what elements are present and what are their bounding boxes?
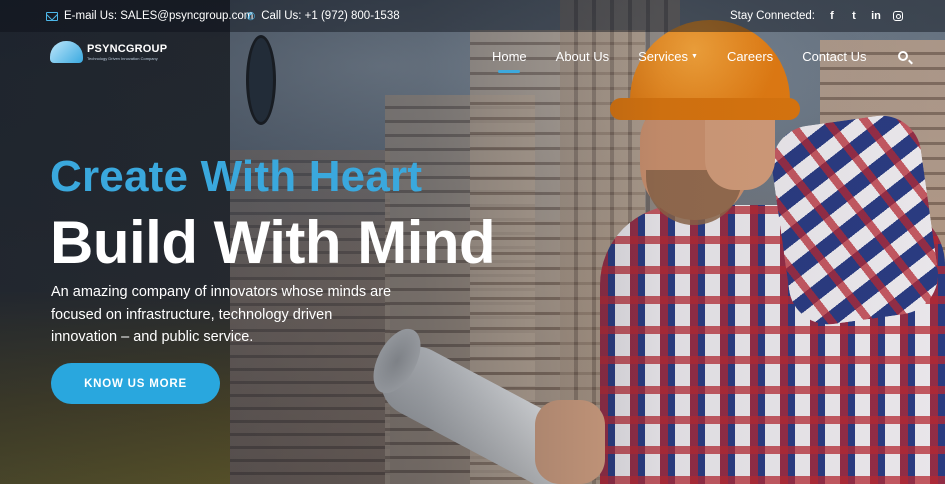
top-bar: E-mail Us: SALES@psyncgroup.com ✆ Call U… xyxy=(0,0,945,32)
know-us-more-button[interactable]: KNOW US MORE xyxy=(51,363,220,404)
hero-main-heading: Build With Mind xyxy=(50,209,496,276)
chevron-down-icon: ▼ xyxy=(691,52,698,60)
main-nav: PSYNCGROUP Technology Driven Innovation … xyxy=(0,32,945,80)
brand-tagline: Technology Driven Innovation Company xyxy=(87,55,158,61)
phone-contact[interactable]: ✆ Call Us: +1 (972) 800-1538 xyxy=(246,0,400,32)
nav-item-contact-us[interactable]: Contact Us xyxy=(788,32,881,80)
search-icon xyxy=(898,51,908,61)
search-button[interactable] xyxy=(881,32,925,80)
email-contact[interactable]: E-mail Us: SALES@psyncgroup.com xyxy=(46,0,253,32)
nav-item-home[interactable]: Home xyxy=(477,32,541,80)
twitter-icon[interactable]: t xyxy=(849,10,859,22)
brand-name: PSYNCGROUP xyxy=(87,42,168,55)
instagram-icon[interactable] xyxy=(893,11,903,21)
logo-mark-icon xyxy=(50,41,83,63)
stay-connected-label: Stay Connected: xyxy=(729,10,815,22)
nav-item-services-label: Services xyxy=(638,48,688,64)
hero-accent-heading: Create With Heart xyxy=(50,152,423,201)
logo[interactable]: PSYNCGROUP Technology Driven Innovation … xyxy=(50,41,167,63)
nav-menu: Home About Us Services ▼ Careers Contact… xyxy=(477,32,945,80)
linkedin-icon[interactable]: in xyxy=(871,10,881,22)
hero-description: An amazing company of innovators whose m… xyxy=(51,284,392,345)
social-links: Stay Connected: f t in xyxy=(730,0,903,32)
envelope-icon xyxy=(46,11,58,21)
logo-text: PSYNCGROUP Technology Driven Innovation … xyxy=(87,42,168,61)
nav-item-services[interactable]: Services ▼ xyxy=(624,32,713,80)
phone-icon: ✆ xyxy=(246,10,256,23)
facebook-icon[interactable]: f xyxy=(827,10,837,22)
nav-item-about-us[interactable]: About Us xyxy=(541,32,623,80)
email-label: E-mail Us: SALES@psyncgroup.com xyxy=(64,10,254,22)
nav-item-careers[interactable]: Careers xyxy=(712,32,787,80)
phone-label: Call Us: +1 (972) 800-1538 xyxy=(261,10,400,22)
